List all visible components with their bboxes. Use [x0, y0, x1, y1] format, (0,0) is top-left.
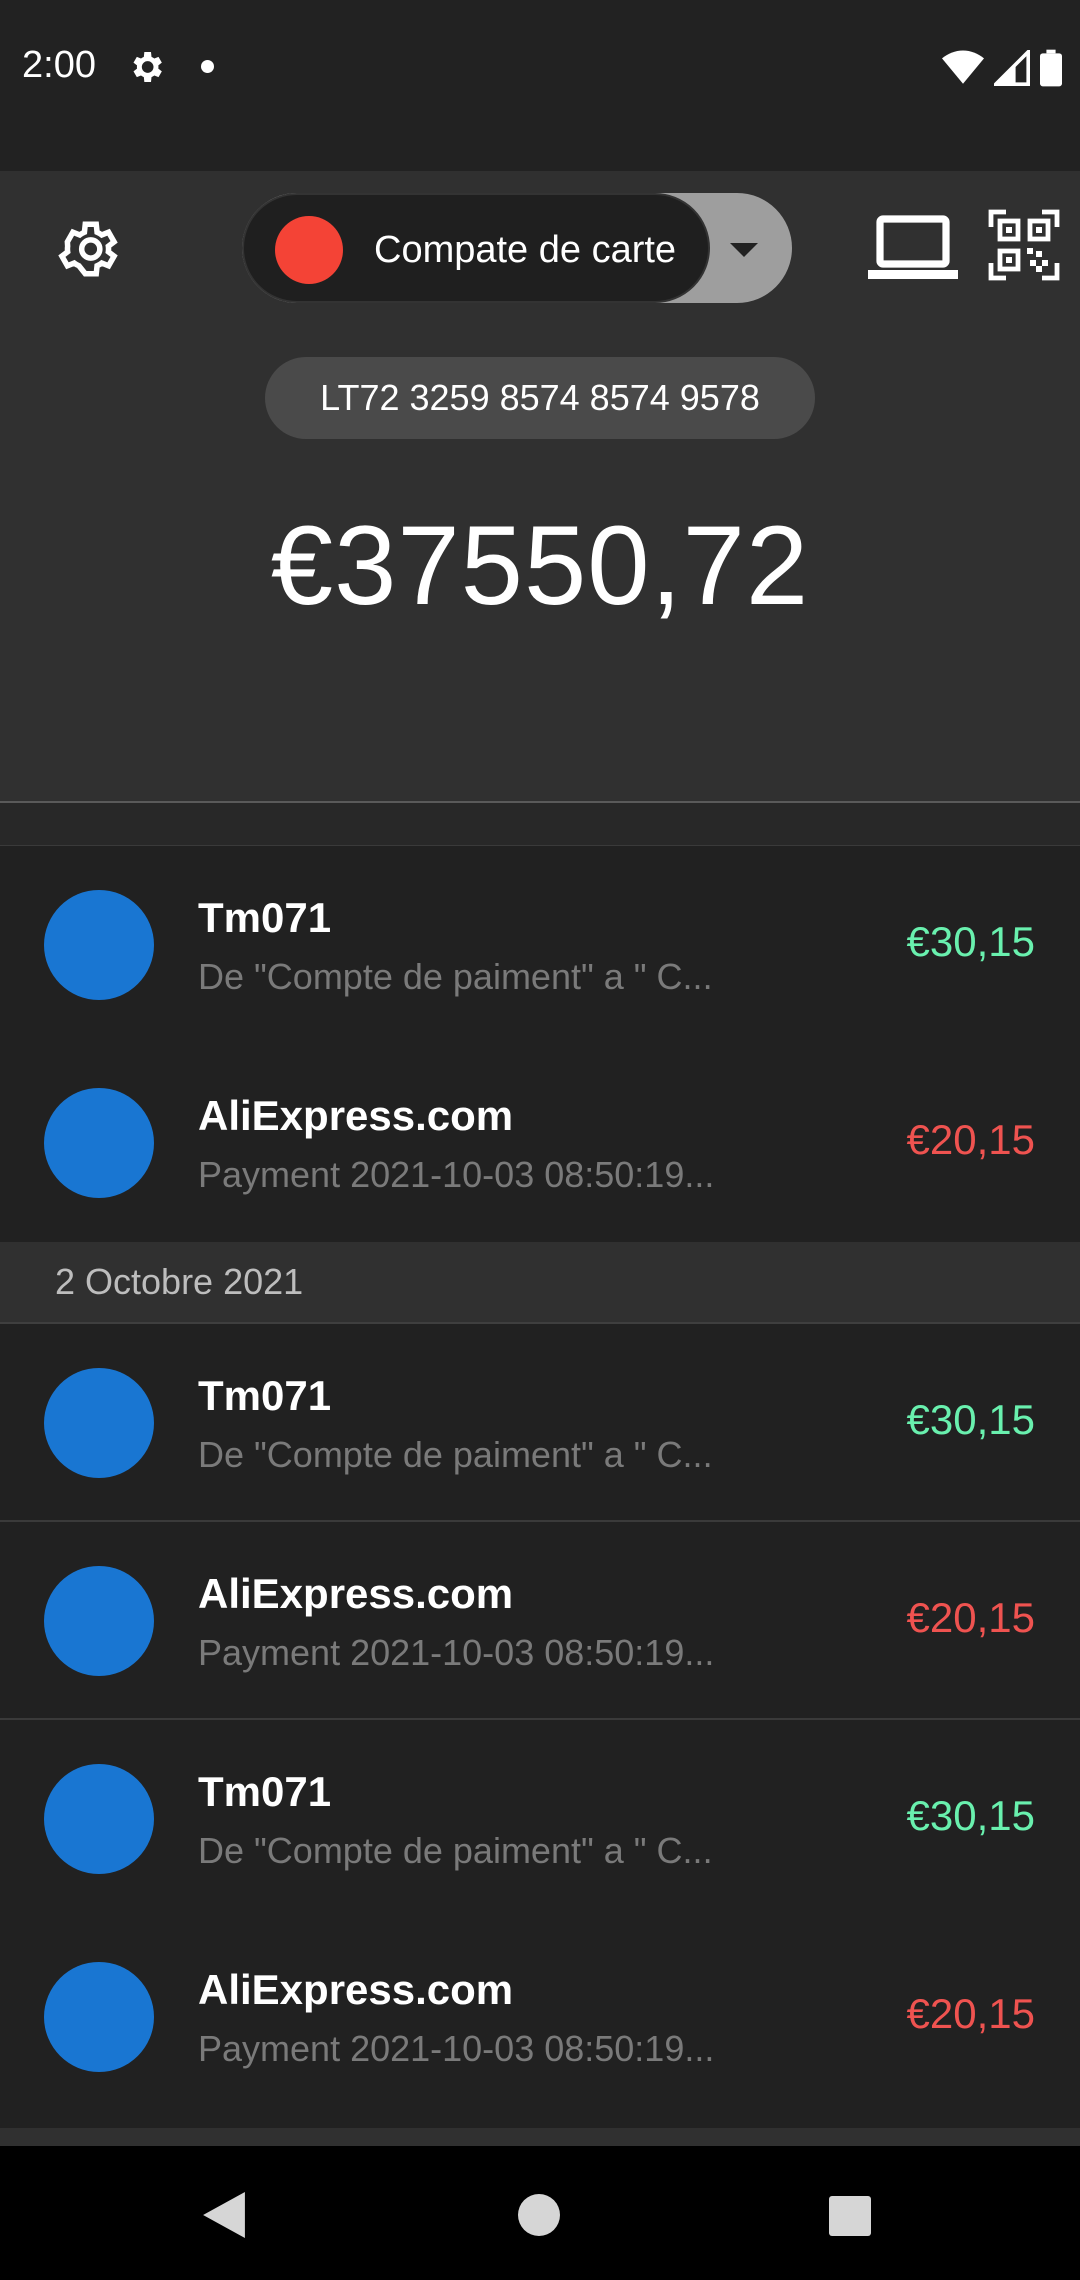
- date-group-header: 2 Octobre 2021: [0, 1242, 1080, 1324]
- transaction-subtitle: De "Compte de paiment" a " C...: [198, 1830, 713, 1871]
- account-selector[interactable]: Compate de carte: [242, 193, 792, 303]
- transaction-title: AliExpress.com: [198, 1570, 514, 1617]
- transaction-row[interactable]: Tm071 De "Compte de paiment" a " C... €3…: [0, 846, 1080, 1044]
- transaction-title: Tm071: [198, 894, 332, 941]
- transaction-subtitle: Payment 2021-10-03 08:50:19...: [198, 1154, 715, 1195]
- transaction-amount: €30,15: [906, 1396, 1035, 1443]
- transaction-subtitle: De "Compte de paiment" a " C...: [198, 1434, 713, 1475]
- transaction-subtitle: Payment 2021-10-03 08:50:19...: [198, 2028, 715, 2069]
- transaction-avatar: [44, 1764, 154, 1874]
- system-nav-bar: [0, 2146, 1080, 2280]
- transaction-amount: €30,15: [906, 1792, 1035, 1839]
- transaction-title: AliExpress.com: [198, 1092, 514, 1139]
- battery-icon: [1040, 49, 1062, 87]
- back-icon[interactable]: [202, 2192, 246, 2238]
- notification-dot-icon: [201, 60, 214, 73]
- transaction-title: AliExpress.com: [198, 1966, 514, 2013]
- transaction-avatar: [44, 1368, 154, 1478]
- chevron-down-icon[interactable]: [724, 229, 764, 269]
- signal-icon: [994, 50, 1030, 86]
- transaction-amount: €20,15: [906, 1594, 1035, 1641]
- qr-code-icon[interactable]: [988, 209, 1060, 281]
- transaction-row[interactable]: AliExpress.com Payment 2021-10-03 08:50:…: [0, 1044, 1080, 1242]
- iban-chip[interactable]: LT72 3259 8574 8574 9578: [265, 357, 815, 439]
- transaction-amount: €20,15: [906, 1116, 1035, 1163]
- settings-gear-icon: [133, 52, 162, 82]
- transaction-amount: €30,15: [906, 918, 1035, 965]
- date-group-header-peek: [0, 2128, 1080, 2146]
- account-balance: €37550,72: [270, 503, 810, 628]
- status-bar: 2:00: [0, 0, 1080, 171]
- transaction-avatar: [44, 1962, 154, 2072]
- account-selector-label-area[interactable]: Compate de carte: [242, 193, 710, 303]
- account-header: Compate de carte LT72 3259 8574 8574 957…: [0, 171, 1080, 802]
- transaction-title: Tm071: [198, 1768, 332, 1815]
- transaction-avatar: [44, 890, 154, 1000]
- account-color-dot: [275, 216, 343, 284]
- transaction-subtitle: Payment 2021-10-03 08:50:19...: [198, 1632, 715, 1673]
- transaction-avatar: [44, 1566, 154, 1676]
- status-time: 2:00: [22, 44, 96, 86]
- wifi-icon: [942, 50, 984, 84]
- transaction-row[interactable]: Tm071 De "Compte de paiment" a " C... €3…: [0, 1720, 1080, 1918]
- transaction-row[interactable]: Tm071 De "Compte de paiment" a " C... €3…: [0, 1324, 1080, 1522]
- transaction-row[interactable]: AliExpress.com Payment 2021-10-03 08:50:…: [0, 1918, 1080, 2116]
- list-spacer: [0, 803, 1080, 846]
- account-name: Compate de carte: [374, 229, 677, 271]
- transaction-title: Tm071: [198, 1372, 332, 1419]
- home-icon[interactable]: [518, 2194, 560, 2236]
- laptop-icon[interactable]: [868, 213, 958, 285]
- recents-icon[interactable]: [829, 2196, 871, 2236]
- gear-icon[interactable]: [55, 216, 121, 282]
- transaction-subtitle: De "Compte de paiment" a " C...: [198, 956, 713, 997]
- transaction-avatar: [44, 1088, 154, 1198]
- transaction-row[interactable]: AliExpress.com Payment 2021-10-03 08:50:…: [0, 1522, 1080, 1720]
- transaction-list: Tm071 De "Compte de paiment" a " C... €3…: [0, 846, 1080, 2116]
- transaction-amount: €20,15: [906, 1990, 1035, 2037]
